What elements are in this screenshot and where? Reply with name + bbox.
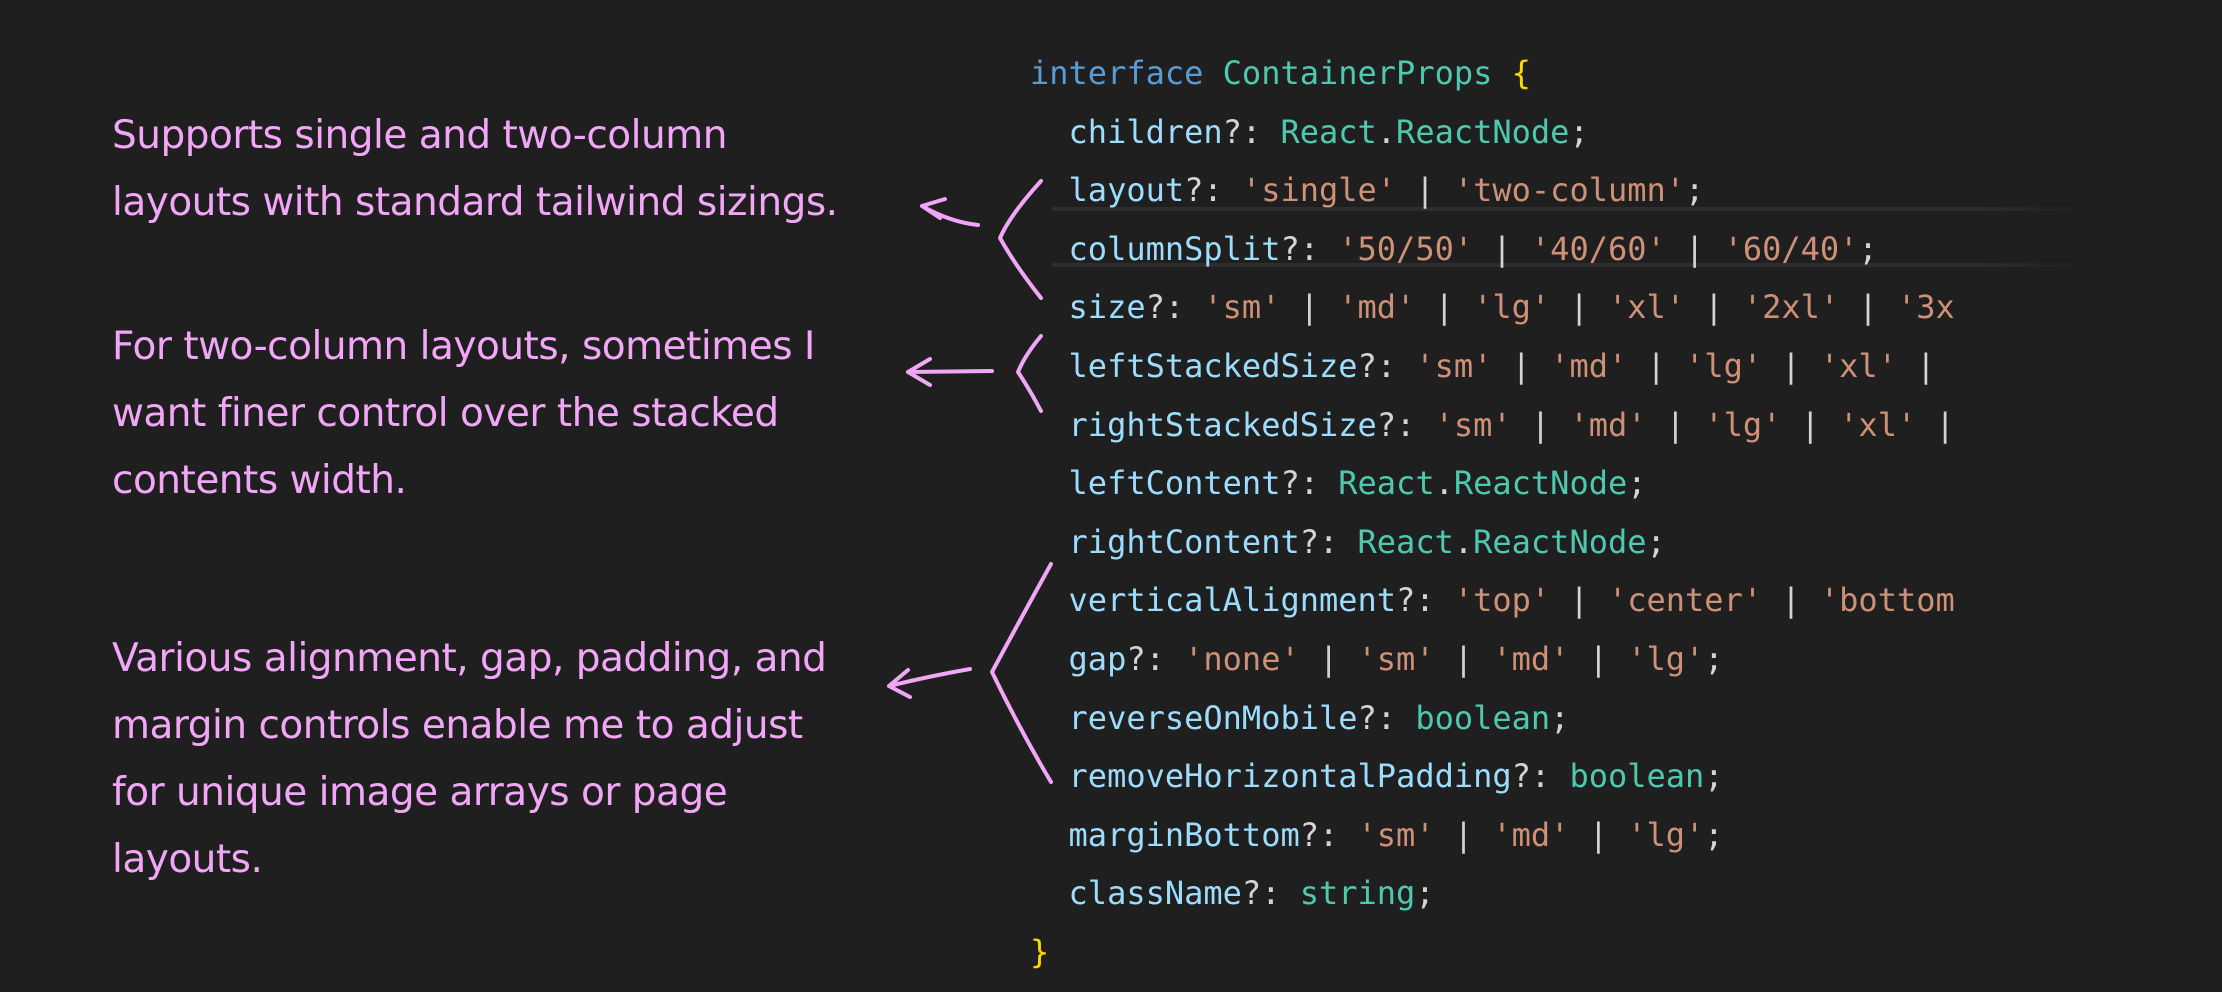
arrow-2-icon <box>906 357 994 387</box>
bracket-1 <box>998 179 1043 300</box>
bracket-2 <box>1016 334 1043 413</box>
arrow-1-icon <box>920 197 980 227</box>
arrow-3-icon <box>887 667 972 699</box>
bracket-3 <box>990 562 1053 784</box>
annotation-arrows <box>887 179 1053 784</box>
